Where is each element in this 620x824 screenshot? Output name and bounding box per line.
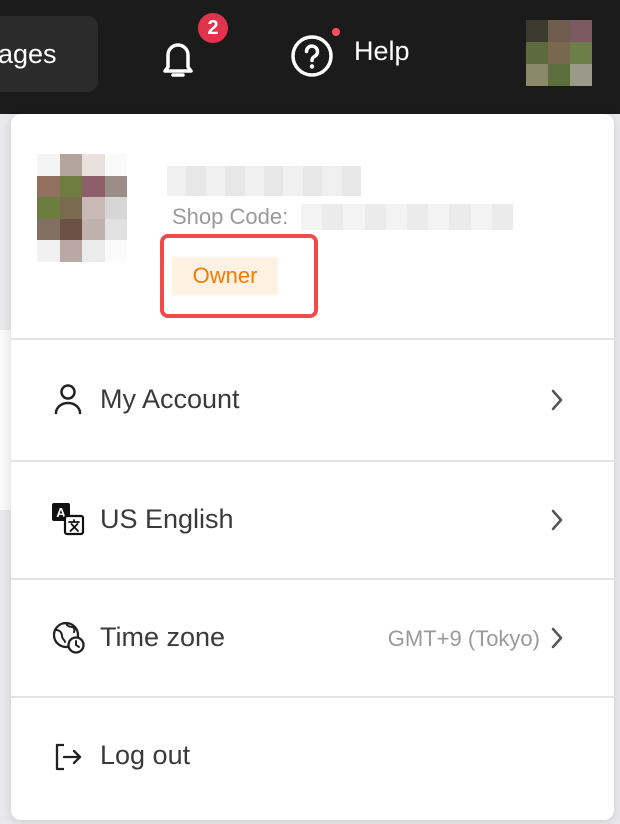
user-icon bbox=[51, 382, 85, 416]
shop-avatar bbox=[37, 154, 127, 262]
question-circle-icon bbox=[288, 32, 336, 80]
menu-item-time-zone[interactable]: Time zone GMT+9 (Tokyo) bbox=[11, 580, 614, 696]
shop-name-redacted bbox=[167, 166, 361, 196]
translate-icon: A bbox=[51, 502, 85, 536]
pages-button-label: ages bbox=[0, 39, 57, 69]
profile-section: Shop Code: Owner bbox=[11, 114, 614, 338]
help-notification-dot bbox=[330, 26, 342, 38]
notification-count-badge: 2 bbox=[195, 10, 231, 46]
chevron-right-icon bbox=[546, 387, 568, 413]
globe-clock-icon bbox=[51, 620, 85, 654]
menu-item-log-out[interactable]: Log out bbox=[11, 698, 614, 814]
help-button[interactable] bbox=[288, 30, 336, 82]
shop-code-value-redacted bbox=[301, 204, 513, 230]
time-zone-value: GMT+9 (Tokyo) bbox=[387, 626, 540, 651]
menu-item-language[interactable]: A US English bbox=[11, 462, 614, 578]
chevron-right-icon bbox=[546, 507, 568, 533]
account-dropdown-panel: Shop Code: Owner My Account A US English… bbox=[11, 114, 614, 820]
user-avatar[interactable] bbox=[526, 20, 592, 86]
help-label[interactable]: Help bbox=[354, 36, 410, 67]
menu-label-language: US English bbox=[100, 504, 234, 534]
bell-icon[interactable] bbox=[154, 34, 202, 82]
menu-label-my-account: My Account bbox=[100, 384, 240, 414]
menu-label-time-zone: Time zone bbox=[100, 622, 226, 652]
role-badge: Owner bbox=[172, 257, 278, 295]
shop-code-label: Shop Code: bbox=[172, 204, 289, 229]
log-out-icon bbox=[51, 740, 85, 774]
top-navigation-bar: ages 2 Help bbox=[0, 0, 620, 114]
menu-label-log-out: Log out bbox=[100, 740, 191, 770]
menu-item-my-account[interactable]: My Account bbox=[11, 340, 614, 456]
pages-button[interactable]: ages bbox=[0, 16, 98, 92]
chevron-right-icon bbox=[546, 625, 568, 651]
